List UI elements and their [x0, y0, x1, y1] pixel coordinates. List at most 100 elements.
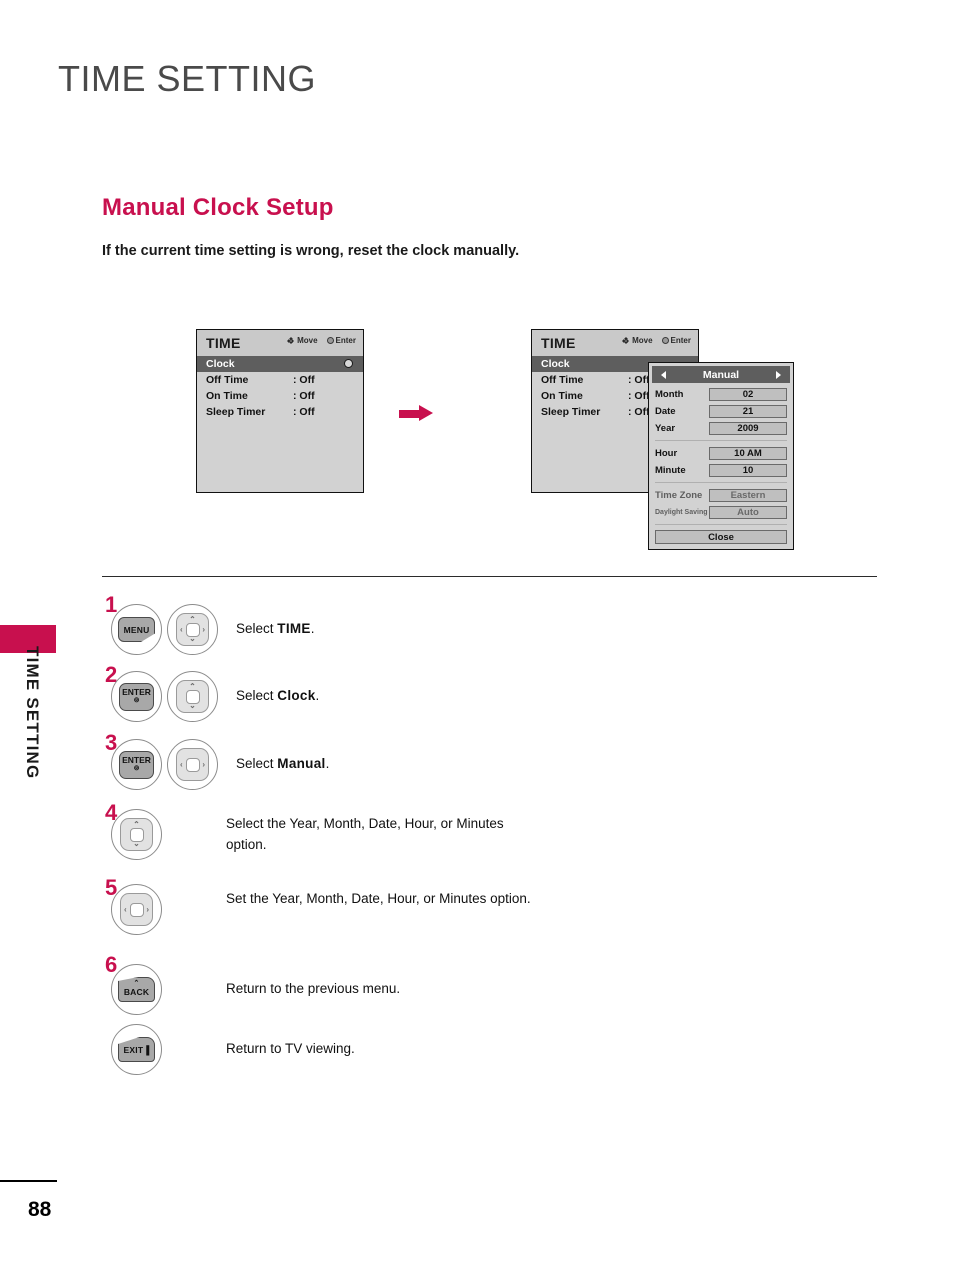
step-instruction-5: Set the Year, Month, Date, Hour, or Minu… [226, 891, 531, 906]
osd-row-label: On Time [541, 390, 583, 402]
chevron-right-icon: › [146, 904, 149, 914]
dpad-center [185, 757, 200, 772]
field-value[interactable]: 21 [709, 405, 787, 418]
osd-row-label: Clock [541, 358, 570, 370]
chevron-left-icon: ‹ [124, 904, 127, 914]
navpad-4way-button[interactable]: ⌃ ⌄ ‹ › [167, 604, 218, 655]
field-value[interactable]: 10 AM [709, 447, 787, 460]
menu-key-label: MENU [118, 617, 155, 642]
section-heading: Manual Clock Setup [102, 194, 334, 221]
field-label: Time Zone [655, 489, 703, 501]
enter-dot-icon [344, 359, 353, 371]
osd-row-clock[interactable]: Clock [197, 356, 363, 372]
page-number-rule [0, 1180, 57, 1182]
osd-row-label: Sleep Timer [541, 406, 601, 418]
exit-button[interactable]: EXIT ▐ [111, 1024, 162, 1075]
enter-key: ENTER ⊚ [119, 750, 154, 779]
enter-button[interactable]: ENTER ⊚ [111, 671, 162, 722]
navpad-updown-button[interactable]: ⌃ ⌄ [167, 671, 218, 722]
menu-button[interactable]: MENU [111, 604, 162, 655]
field-value[interactable]: 02 [709, 388, 787, 401]
chevron-left-icon[interactable] [661, 370, 666, 379]
page-title: TIME SETTING [58, 58, 316, 99]
hint-enter: Enter [326, 336, 356, 345]
hint-enter-label: Enter [670, 336, 691, 345]
enter-button[interactable]: ENTER ⊚ [111, 739, 162, 790]
field-value[interactable]: Auto [709, 506, 787, 519]
dpad-horizontal-icon: ‹ › [176, 748, 209, 781]
field-year[interactable]: Year 2009 [655, 421, 787, 436]
dpad-icon [621, 336, 630, 345]
navpad-updown-button[interactable]: ⌃ ⌄ [111, 809, 162, 860]
osd-row-on-time[interactable]: On Time : Off [197, 388, 363, 404]
exit-bar-icon: ▐ [143, 1044, 150, 1055]
dpad-icon [286, 336, 295, 345]
field-minute[interactable]: Minute 10 [655, 463, 787, 478]
step-row-1: MENU ⌃ ⌄ ‹ › Select TIME. [111, 604, 536, 655]
step-text-prefix: Select [236, 756, 278, 771]
divider [655, 440, 787, 441]
field-value[interactable]: Eastern [709, 489, 787, 502]
field-month[interactable]: Month 02 [655, 387, 787, 402]
field-time-zone[interactable]: Time Zone Eastern [655, 488, 787, 503]
osd-row-sleep-timer[interactable]: Sleep Timer : Off [197, 404, 363, 420]
navpad-leftright-button[interactable]: ‹ › [167, 739, 218, 790]
enter-dot-icon: ⊚ [133, 697, 140, 705]
osd-row-label: Off Time [541, 374, 584, 386]
page-number: 88 [28, 1198, 52, 1221]
section-subheading: If the current time setting is wrong, re… [102, 243, 520, 259]
step-instruction-1: Select TIME. [236, 604, 536, 640]
field-daylight-saving[interactable]: Daylight Saving Auto [655, 505, 787, 520]
enter-dot-icon: ⊚ [133, 765, 140, 773]
manual-clock-dialog: Manual Month 02 Date 21 Year 2009 Hour 1… [648, 362, 794, 550]
osd-row-off-time[interactable]: Off Time : Off [197, 372, 363, 388]
osd-header: TIME Move Enter [532, 330, 698, 356]
osd-row-value: : Off [293, 406, 315, 418]
hint-move-label: Move [297, 336, 318, 345]
step-instruction-2: Select Clock. [236, 671, 536, 707]
step-row-6: ⌃ BACK Return to the previous menu. [111, 964, 556, 1015]
hint-move-label: Move [632, 336, 653, 345]
field-value[interactable]: 2009 [709, 422, 787, 435]
chevron-right-icon[interactable] [776, 370, 781, 379]
divider [655, 482, 787, 483]
step-text-prefix: Select [236, 621, 278, 636]
enter-key-label: ENTER [122, 687, 151, 698]
dpad-center [185, 689, 200, 704]
divider [655, 524, 787, 525]
field-value[interactable]: 10 [709, 464, 787, 477]
field-date[interactable]: Date 21 [655, 404, 787, 419]
field-label: Hour [655, 447, 678, 459]
back-key: ⌃ BACK [118, 977, 155, 1002]
field-label: Daylight Saving [655, 509, 708, 516]
field-hour[interactable]: Hour 10 AM [655, 446, 787, 461]
osd-row-label: Sleep Timer [206, 406, 266, 418]
step-instruction-4: Select the Year, Month, Date, Hour, or M… [226, 816, 504, 852]
step-text-prefix: Select [236, 688, 278, 703]
chevron-right-icon: › [202, 759, 205, 769]
back-arrow-icon: ⌃ [133, 980, 140, 987]
step-row-exit: EXIT ▐ Return to TV viewing. [111, 1024, 556, 1075]
enter-key-label: ENTER [122, 755, 151, 766]
dpad-horizontal-icon: ‹ › [120, 893, 153, 926]
step-instruction-3: Select Manual. [236, 739, 536, 775]
close-button[interactable]: Close [655, 530, 787, 544]
step-text-suffix: . [310, 621, 315, 636]
back-button[interactable]: ⌃ BACK [111, 964, 162, 1015]
field-label: Date [655, 405, 676, 417]
step-text-emphasis: Manual [277, 756, 326, 771]
dpad-center [185, 622, 200, 637]
field-label: Month [655, 388, 684, 400]
dpad-icon: ⌃ ⌄ ‹ › [176, 613, 209, 646]
side-tab-label: TIME SETTING [23, 646, 42, 780]
exit-key: EXIT ▐ [118, 1037, 155, 1062]
navpad-leftright-button[interactable]: ‹ › [111, 884, 162, 935]
osd-row-label: Off Time [206, 374, 249, 386]
dpad-vertical-icon: ⌃ ⌄ [120, 818, 153, 851]
step-text-suffix: . [325, 756, 330, 771]
step-text-emphasis: TIME [277, 621, 311, 636]
dpad-center [129, 902, 144, 917]
step-instruction-exit: Return to TV viewing. [226, 1041, 355, 1056]
step-row-4: ⌃ ⌄ Select the Year, Month, Date, Hour, … [111, 809, 546, 860]
osd-row-value: : Off [293, 390, 315, 402]
